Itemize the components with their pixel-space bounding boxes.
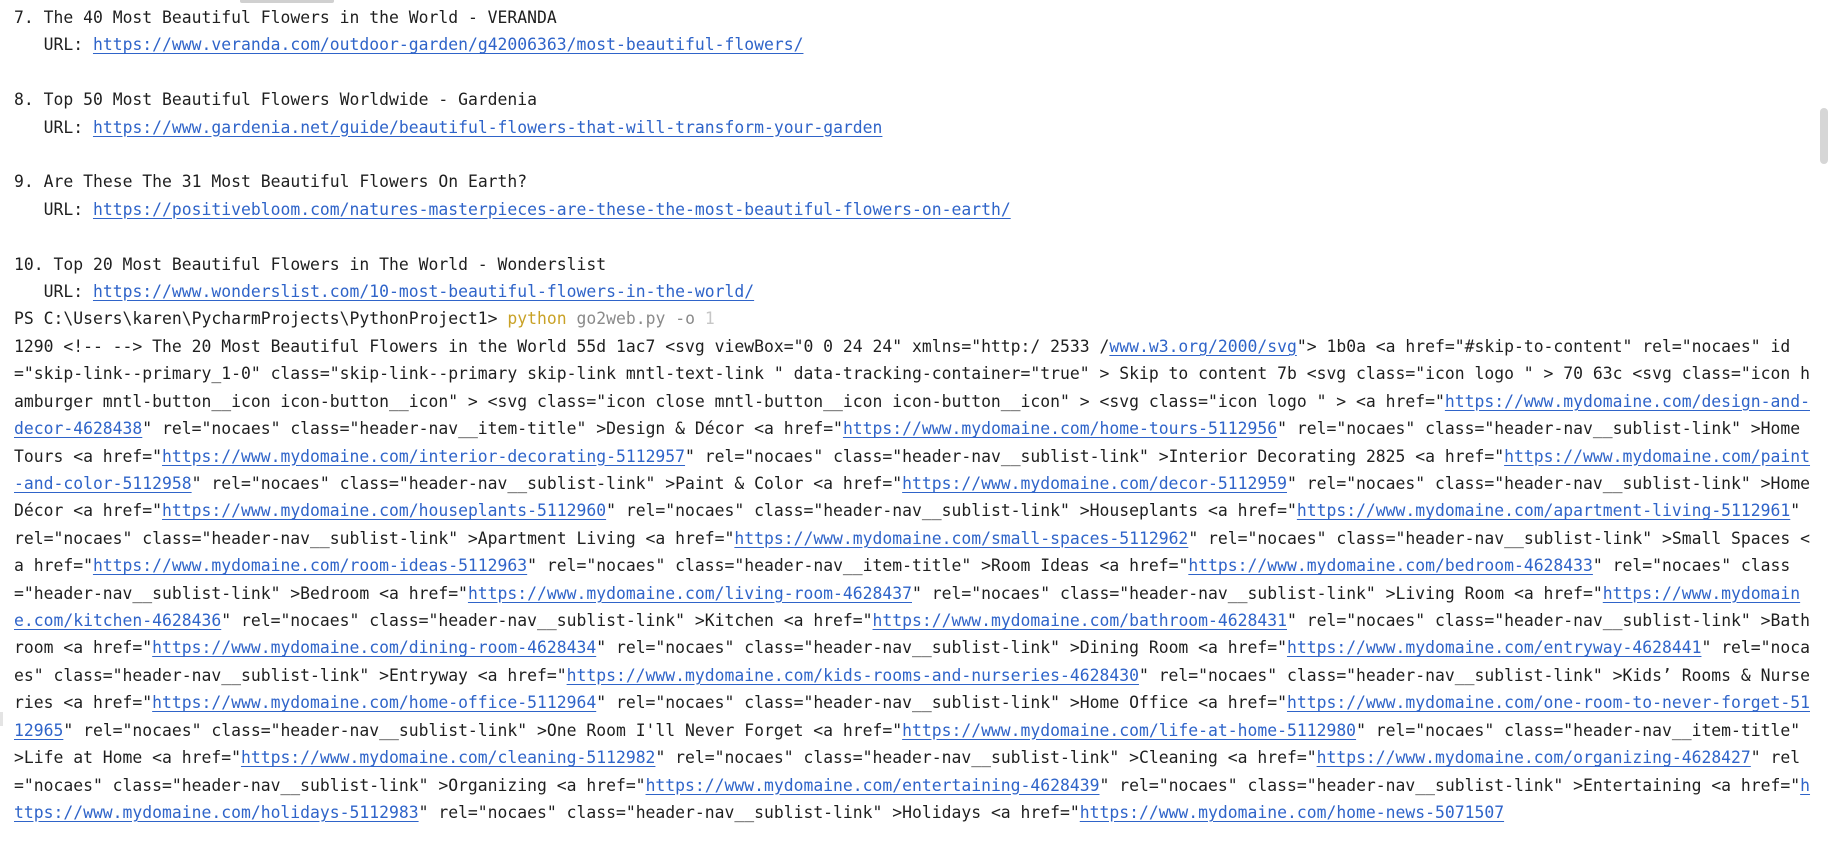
output-url-link[interactable]: https://www.mydomaine.com/entertaining-4…: [646, 776, 1100, 795]
gutter-marker: [0, 712, 3, 726]
output-text: " rel="nocaes" class="header-nav__item-t…: [527, 556, 1189, 576]
output-url-link[interactable]: www.w3.org/2000/svg: [1109, 337, 1297, 356]
output-url-link[interactable]: https://www.mydomaine.com/interior-decor…: [162, 447, 685, 466]
output-text: " rel="nocaes" class="header-nav__sublis…: [685, 446, 1505, 466]
result-number: 7.: [14, 8, 34, 27]
terminal-output[interactable]: 7. The 40 Most Beautiful Flowers in the …: [14, 4, 1814, 845]
output-text: " rel="nocaes" class="header-nav__sublis…: [191, 474, 903, 494]
result-title-line: 7. The 40 Most Beautiful Flowers in the …: [14, 4, 1814, 31]
output-url-link[interactable]: https://www.mydomaine.com/life-at-home-5…: [902, 721, 1356, 740]
output-url-link[interactable]: https://www.mydomaine.com/room-ideas-511…: [93, 556, 527, 575]
output-url-link[interactable]: https://www.mydomaine.com/cleaning-51129…: [241, 748, 655, 767]
output-text: 1290 <!-- --> The 20 Most Beautiful Flow…: [14, 337, 1110, 356]
output-text: " rel="nocaes" class="header-nav__sublis…: [596, 693, 1287, 713]
output-text: " rel="nocaes" class="header-nav__sublis…: [655, 748, 1317, 768]
url-label: URL:: [43, 117, 84, 137]
result-title-line: 8. Top 50 Most Beautiful Flowers Worldwi…: [14, 86, 1814, 113]
output-url-link[interactable]: https://www.mydomaine.com/home-news-5071…: [1080, 803, 1504, 822]
output-url-link[interactable]: https://www.mydomaine.com/apartment-livi…: [1297, 501, 1790, 520]
output-url-link[interactable]: https://www.mydomaine.com/entryway-46284…: [1287, 638, 1701, 657]
output-text: " rel="nocaes" class="header-nav__item-t…: [142, 419, 843, 439]
result-url-link[interactable]: https://www.gardenia.net/guide/beautiful…: [93, 118, 882, 137]
output-text: " rel="nocaes" class="header-nav__sublis…: [418, 802, 1080, 822]
output-url-link[interactable]: https://www.mydomaine.com/kids-rooms-and…: [567, 666, 1139, 685]
output-url-link[interactable]: https://www.mydomaine.com/organizing-462…: [1317, 748, 1751, 767]
result-url-link[interactable]: https://www.veranda.com/outdoor-garden/g…: [93, 35, 804, 54]
output-url-link[interactable]: https://www.mydomaine.com/home-tours-511…: [843, 419, 1277, 438]
vertical-scrollbar[interactable]: [1818, 0, 1830, 845]
result-title: The 40 Most Beautiful Flowers in the Wor…: [43, 8, 557, 27]
url-label: URL:: [43, 281, 84, 301]
output-url-link[interactable]: https://www.mydomaine.com/bathroom-46284…: [873, 611, 1287, 630]
terminal-tab-indicator: [240, 0, 334, 3]
prompt-path: PS C:\Users\karen\PycharmProjects\Python…: [14, 309, 498, 329]
result-title-line: 9. Are These The 31 Most Beautiful Flowe…: [14, 168, 1814, 195]
output-text: " rel="nocaes" class="header-nav__sublis…: [596, 638, 1287, 658]
output-text: " rel="nocaes" class="header-nav__sublis…: [606, 501, 1297, 521]
raw-html-output: 1290 <!-- --> The 20 Most Beautiful Flow…: [14, 333, 1814, 845]
scrollbar-thumb[interactable]: [1820, 108, 1828, 164]
result-url-line: URL: https://www.veranda.com/outdoor-gar…: [14, 31, 1814, 58]
output-text: " rel="nocaes" class="header-nav__sublis…: [1099, 775, 1801, 795]
result-number: 8.: [14, 90, 34, 110]
output-url-link[interactable]: https://www.mydomaine.com/dining-room-46…: [152, 638, 596, 657]
output-url-link[interactable]: https://www.mydomaine.com/living-room-46…: [468, 584, 912, 603]
result-number: 10.: [14, 254, 44, 274]
prompt-command: python: [507, 309, 567, 329]
output-url-link[interactable]: https://www.mydomaine.com/bedroom-462843…: [1188, 556, 1593, 575]
result-title: Top 50 Most Beautiful Flowers Worldwide …: [43, 90, 538, 110]
result-url-link[interactable]: https://www.wonderslist.com/10-most-beau…: [93, 282, 754, 301]
result-url-link[interactable]: https://positivebloom.com/natures-master…: [93, 200, 1011, 219]
result-url-line: URL: https://positivebloom.com/natures-m…: [14, 196, 1814, 223]
result-title-line: 10. Top 20 Most Beautiful Flowers in The…: [14, 251, 1814, 278]
result-number: 9.: [14, 172, 34, 192]
result-url-line: URL: https://www.gardenia.net/guide/beau…: [14, 114, 1814, 141]
output-text: " rel="nocaes" class="header-nav__sublis…: [221, 611, 873, 631]
output-text: " rel="nocaes" class="header-nav__sublis…: [63, 720, 903, 740]
output-url-link[interactable]: https://www.mydomaine.com/houseplants-51…: [162, 501, 606, 520]
output-url-link[interactable]: https://www.mydomaine.com/home-office-51…: [152, 693, 596, 712]
output-url-link[interactable]: https://www.mydomaine.com/small-spaces-5…: [734, 529, 1188, 548]
prompt-argument: 1: [704, 309, 715, 329]
output-url-link[interactable]: https://www.mydomaine.com/decor-5112959: [902, 474, 1287, 493]
prompt-line: PS C:\Users\karen\PycharmProjects\Python…: [14, 305, 1814, 332]
url-label: URL:: [43, 35, 84, 55]
result-url-line: URL: https://www.wonderslist.com/10-most…: [14, 278, 1814, 305]
prompt-script: go2web.py -o: [576, 309, 695, 329]
result-title: Top 20 Most Beautiful Flowers in The Wor…: [53, 254, 607, 274]
output-text: " rel="nocaes" class="header-nav__sublis…: [912, 583, 1603, 603]
url-label: URL:: [43, 199, 84, 219]
result-title: Are These The 31 Most Beautiful Flowers …: [43, 172, 528, 192]
